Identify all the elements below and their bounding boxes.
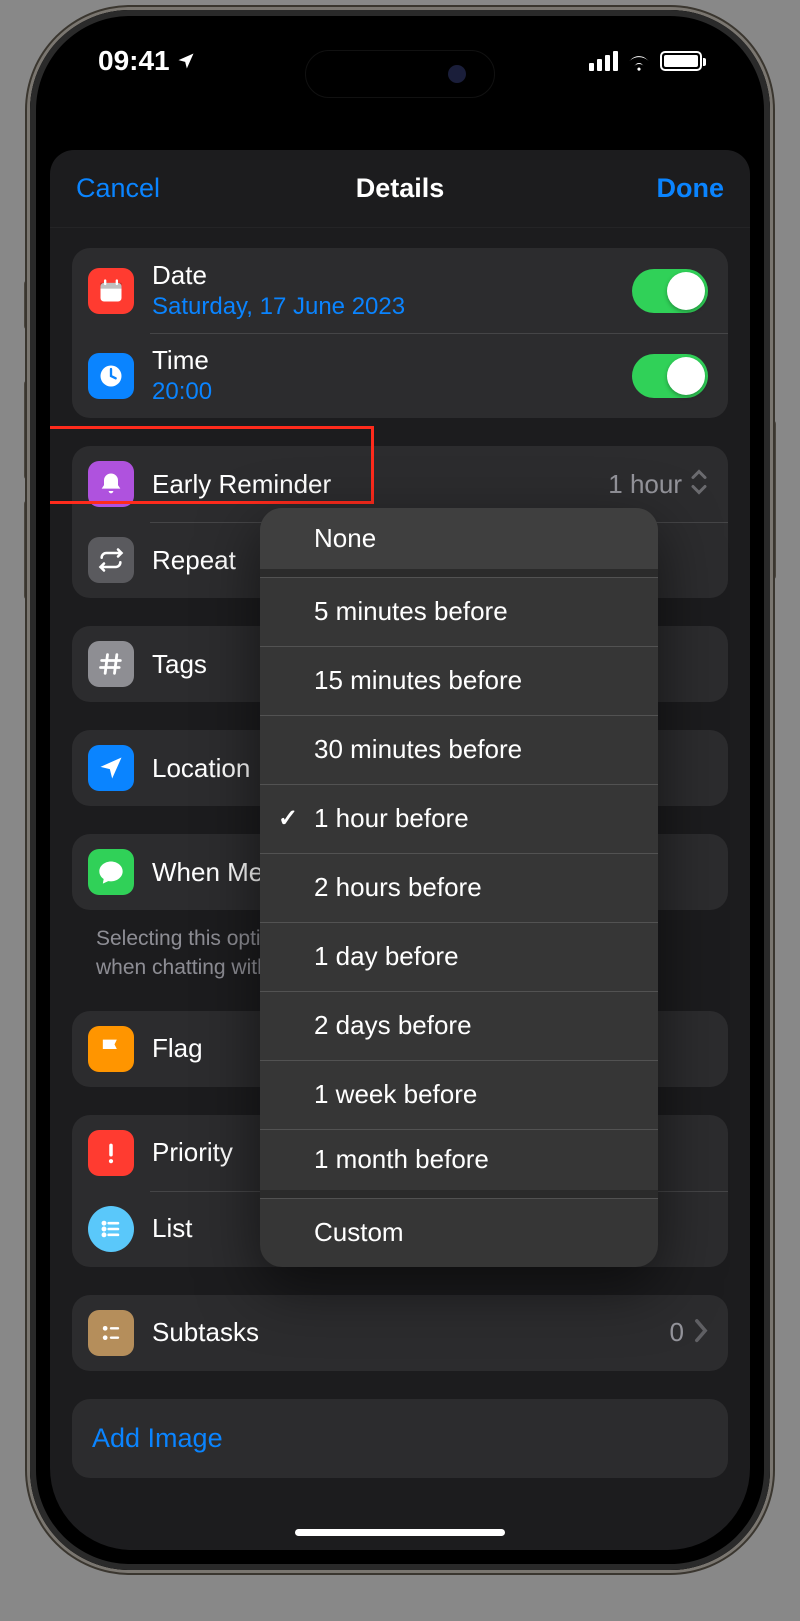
subtasks-label: Subtasks <box>152 1317 662 1348</box>
subtasks-count: 0 <box>670 1317 684 1348</box>
bell-icon <box>88 461 134 507</box>
early-reminder-option[interactable]: 2 days before <box>260 991 658 1060</box>
nav-bar: Cancel Details Done <box>50 150 750 228</box>
message-icon <box>88 849 134 895</box>
time-value: 20:00 <box>152 378 632 406</box>
subtasks-group: Subtasks 0 <box>72 1295 728 1371</box>
location-arrow-icon <box>88 745 134 791</box>
option-label: None <box>314 523 376 554</box>
early-reminder-option[interactable]: 5 minutes before <box>260 577 658 646</box>
cancel-button[interactable]: Cancel <box>76 173 160 204</box>
option-label: 15 minutes before <box>314 665 522 696</box>
location-services-icon <box>176 51 196 71</box>
early-reminder-option[interactable]: ✓ 1 hour before <box>260 784 658 853</box>
dynamic-island <box>305 50 495 98</box>
early-reminder-value: 1 hour <box>608 469 682 500</box>
chevron-right-icon <box>694 1318 708 1348</box>
date-label: Date <box>152 260 632 291</box>
early-reminder-option[interactable]: 15 minutes before <box>260 646 658 715</box>
screen: 09:41 Cancel Details <box>50 30 750 1550</box>
wifi-icon <box>626 51 652 71</box>
early-reminder-option[interactable]: 30 minutes before <box>260 715 658 784</box>
early-reminder-menu: None 5 minutes before 15 minutes before 30 … <box>260 508 658 1267</box>
option-label: Custom <box>314 1217 404 1248</box>
add-image-button[interactable]: Add Image <box>72 1399 728 1478</box>
option-label: 5 minutes before <box>314 596 508 627</box>
early-reminder-option[interactable]: Custom <box>260 1198 658 1267</box>
phone-frame: 09:41 Cancel Details <box>30 10 770 1570</box>
early-reminder-option[interactable]: 2 hours before <box>260 853 658 922</box>
early-reminder-option[interactable]: None <box>260 508 658 577</box>
repeat-icon <box>88 537 134 583</box>
priority-icon <box>88 1130 134 1176</box>
date-toggle[interactable] <box>632 269 708 313</box>
add-image-group: Add Image <box>72 1399 728 1478</box>
early-reminder-option[interactable]: 1 month before <box>260 1129 658 1198</box>
subtasks-icon <box>88 1310 134 1356</box>
details-sheet: Cancel Details Done Date Saturd <box>50 150 750 1550</box>
cellular-signal-icon <box>589 51 618 71</box>
time-row[interactable]: Time 20:00 <box>72 333 728 418</box>
clock-icon <box>88 353 134 399</box>
option-label: 1 month before <box>314 1144 489 1175</box>
flag-icon <box>88 1026 134 1072</box>
status-time: 09:41 <box>98 45 170 77</box>
battery-icon <box>660 51 702 71</box>
time-label: Time <box>152 345 632 376</box>
option-label: 30 minutes before <box>314 734 522 765</box>
time-toggle[interactable] <box>632 354 708 398</box>
date-time-group: Date Saturday, 17 June 2023 Time 2 <box>72 248 728 418</box>
home-indicator[interactable] <box>295 1529 505 1536</box>
checkmark-icon: ✓ <box>278 804 298 833</box>
option-label: 1 day before <box>314 941 459 972</box>
early-reminder-option[interactable]: 1 day before <box>260 922 658 991</box>
date-row[interactable]: Date Saturday, 17 June 2023 <box>72 248 728 333</box>
option-label: 2 days before <box>314 1010 472 1041</box>
date-value: Saturday, 17 June 2023 <box>152 293 632 321</box>
option-label: 1 week before <box>314 1079 477 1110</box>
subtasks-row[interactable]: Subtasks 0 <box>72 1295 728 1371</box>
option-label: 2 hours before <box>314 872 482 903</box>
option-label: 1 hour before <box>314 803 469 834</box>
list-icon <box>88 1206 134 1252</box>
chevron-up-down-icon <box>690 467 708 502</box>
done-button[interactable]: Done <box>657 173 725 204</box>
early-reminder-label: Early Reminder <box>152 469 600 500</box>
number-icon <box>88 641 134 687</box>
calendar-icon <box>88 268 134 314</box>
early-reminder-option[interactable]: 1 week before <box>260 1060 658 1129</box>
